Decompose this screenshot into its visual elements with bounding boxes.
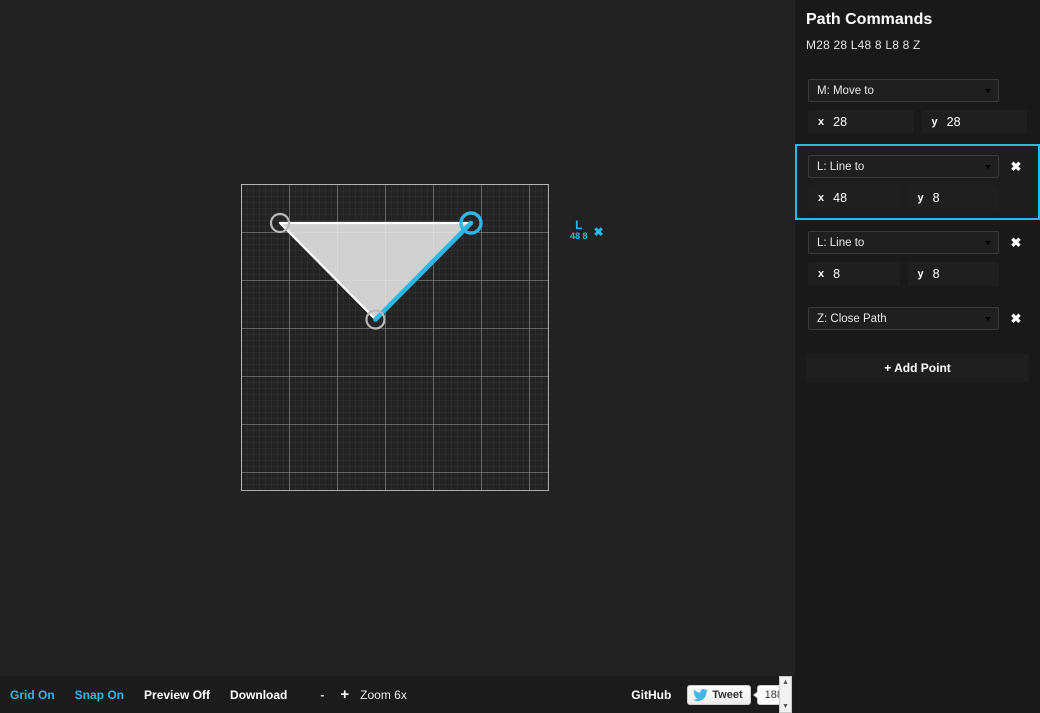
path-fill-outline [280, 223, 471, 320]
remove-command-button-1[interactable]: ✖ [1005, 159, 1027, 175]
x-input-label: x [808, 116, 833, 128]
command-type-select-2[interactable]: L: Line to [808, 231, 999, 254]
command-row: M: Move to✖ [808, 79, 1027, 102]
twitter-bird-icon [693, 689, 708, 701]
point-badge-close-icon[interactable]: ✖ [594, 222, 604, 238]
x-input-value: 48 [833, 191, 847, 205]
command-row: L: Line to ✖ [808, 231, 1027, 254]
bottom-toolbar: Grid On Snap On Preview Off Download - +… [0, 676, 795, 713]
x-input-2[interactable]: x8 [808, 262, 900, 286]
scroll-down-icon[interactable]: ▼ [782, 701, 789, 712]
zoom-out-button[interactable]: - [311, 677, 333, 713]
y-input-label: y [922, 116, 947, 128]
x-input-label: x [808, 268, 833, 280]
zoom-controls: - + Zoom 6x [311, 677, 406, 713]
command-row: L: Line to ✖ [808, 155, 1027, 178]
coordinate-row: x8y8 [808, 262, 1027, 286]
panel-title: Path Commands [795, 0, 1040, 29]
x-input-label: x [808, 192, 833, 204]
github-link[interactable]: GitHub [621, 677, 681, 713]
coordinate-row: x28y28 [808, 110, 1027, 134]
command-row: Z: Close Path ✖ [808, 307, 1027, 330]
snap-toggle-button[interactable]: Snap On [65, 677, 134, 713]
y-input-0[interactable]: y28 [922, 110, 1028, 134]
command-type-label: Z: Close Path [817, 313, 887, 325]
command-type-select-3[interactable]: Z: Close Path [808, 307, 999, 330]
tweet-button[interactable]: Tweet [687, 685, 750, 705]
add-point-button[interactable]: + Add Point [806, 354, 1029, 382]
y-input-2[interactable]: y8 [908, 262, 1000, 286]
x-input-value: 28 [833, 115, 847, 129]
command-type-select-0[interactable]: M: Move to [808, 79, 999, 102]
command-group-0[interactable]: M: Move to✖x28y28 [795, 68, 1040, 144]
x-input-1[interactable]: x48 [808, 186, 900, 210]
path-string-preview: M28 28 L48 8 L8 8 Z [795, 29, 1040, 52]
command-list: M: Move to✖x28y28L: Line to✖x48y8L: Line… [795, 52, 1040, 340]
command-type-select-1[interactable]: L: Line to [808, 155, 999, 178]
preview-toggle-button[interactable]: Preview Off [134, 677, 220, 713]
coordinate-row: x48 y8 [808, 186, 1027, 210]
command-type-label: M: Move to [817, 85, 874, 97]
command-type-label: L: Line to [817, 237, 864, 249]
path-canvas[interactable] [241, 184, 549, 491]
remove-command-button-2[interactable]: ✖ [1005, 235, 1027, 251]
point-badge-text: L 48 8 [570, 219, 588, 241]
grid-toggle-button[interactable]: Grid On [0, 677, 65, 713]
y-input-value: 8 [933, 267, 940, 281]
chevron-down-icon [985, 317, 991, 321]
tweet-widget: Tweet 188 [687, 685, 791, 705]
scroll-up-icon[interactable]: ▲ [782, 677, 789, 688]
path-shape[interactable] [241, 184, 549, 491]
zoom-in-button[interactable]: + [333, 677, 356, 712]
y-input-1[interactable]: y8 [908, 186, 1000, 210]
y-input-value: 28 [947, 115, 961, 129]
remove-command-button-3[interactable]: ✖ [1005, 311, 1027, 327]
editor-area: L 48 8 ✖ [0, 0, 795, 676]
y-input-label: y [908, 192, 933, 204]
path-commands-panel: Path Commands M28 28 L48 8 L8 8 Z M: Mov… [795, 0, 1040, 713]
chevron-down-icon [985, 89, 991, 93]
chevron-down-icon [985, 165, 991, 169]
point-badge-command: L [575, 219, 582, 232]
x-input-value: 8 [833, 267, 840, 281]
chevron-down-icon [985, 241, 991, 245]
command-group-2[interactable]: L: Line to✖x8y8 [795, 220, 1040, 296]
command-group-1[interactable]: L: Line to ✖ x48 y8 [795, 144, 1040, 220]
selected-point-badge: L 48 8 ✖ [570, 219, 604, 241]
point-badge-coords: 48 8 [570, 232, 588, 241]
y-input-value: 8 [933, 191, 940, 205]
mini-scrollbar[interactable]: ▲ ▼ [779, 676, 792, 713]
zoom-level-label: Zoom 6x [356, 688, 407, 702]
x-input-0[interactable]: x28 [808, 110, 914, 134]
command-type-label: L: Line to [817, 161, 864, 173]
download-button[interactable]: Download [220, 677, 297, 713]
tweet-button-label: Tweet [712, 689, 742, 701]
command-group-3[interactable]: Z: Close Path ✖ [795, 296, 1040, 340]
y-input-label: y [908, 268, 933, 280]
